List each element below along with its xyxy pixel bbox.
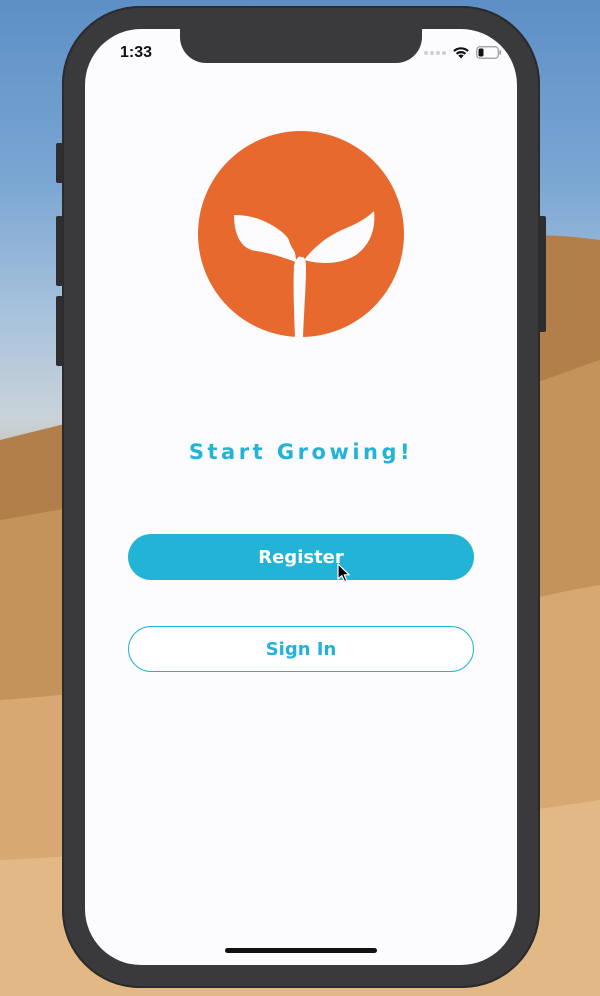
sign-in-button-label: Sign In (265, 638, 337, 660)
status-time: 1:33 (120, 44, 153, 61)
volume-up-button (56, 216, 63, 286)
register-button-label: Register (258, 546, 344, 568)
home-indicator[interactable] (225, 948, 377, 953)
app-logo (198, 131, 404, 337)
signal-icon (424, 50, 446, 55)
wifi-icon (453, 47, 469, 59)
page-title: Start Growing! (188, 440, 414, 464)
register-button[interactable]: Register (128, 534, 474, 580)
status-icons (424, 46, 502, 59)
mouse-cursor-icon (337, 563, 350, 583)
phone-notch (180, 29, 422, 63)
volume-down-button (56, 296, 63, 366)
sign-in-button[interactable]: Sign In (128, 626, 474, 672)
mute-switch (56, 143, 63, 183)
battery-icon (476, 46, 502, 59)
power-button (539, 216, 546, 332)
sprout-icon (198, 131, 404, 337)
